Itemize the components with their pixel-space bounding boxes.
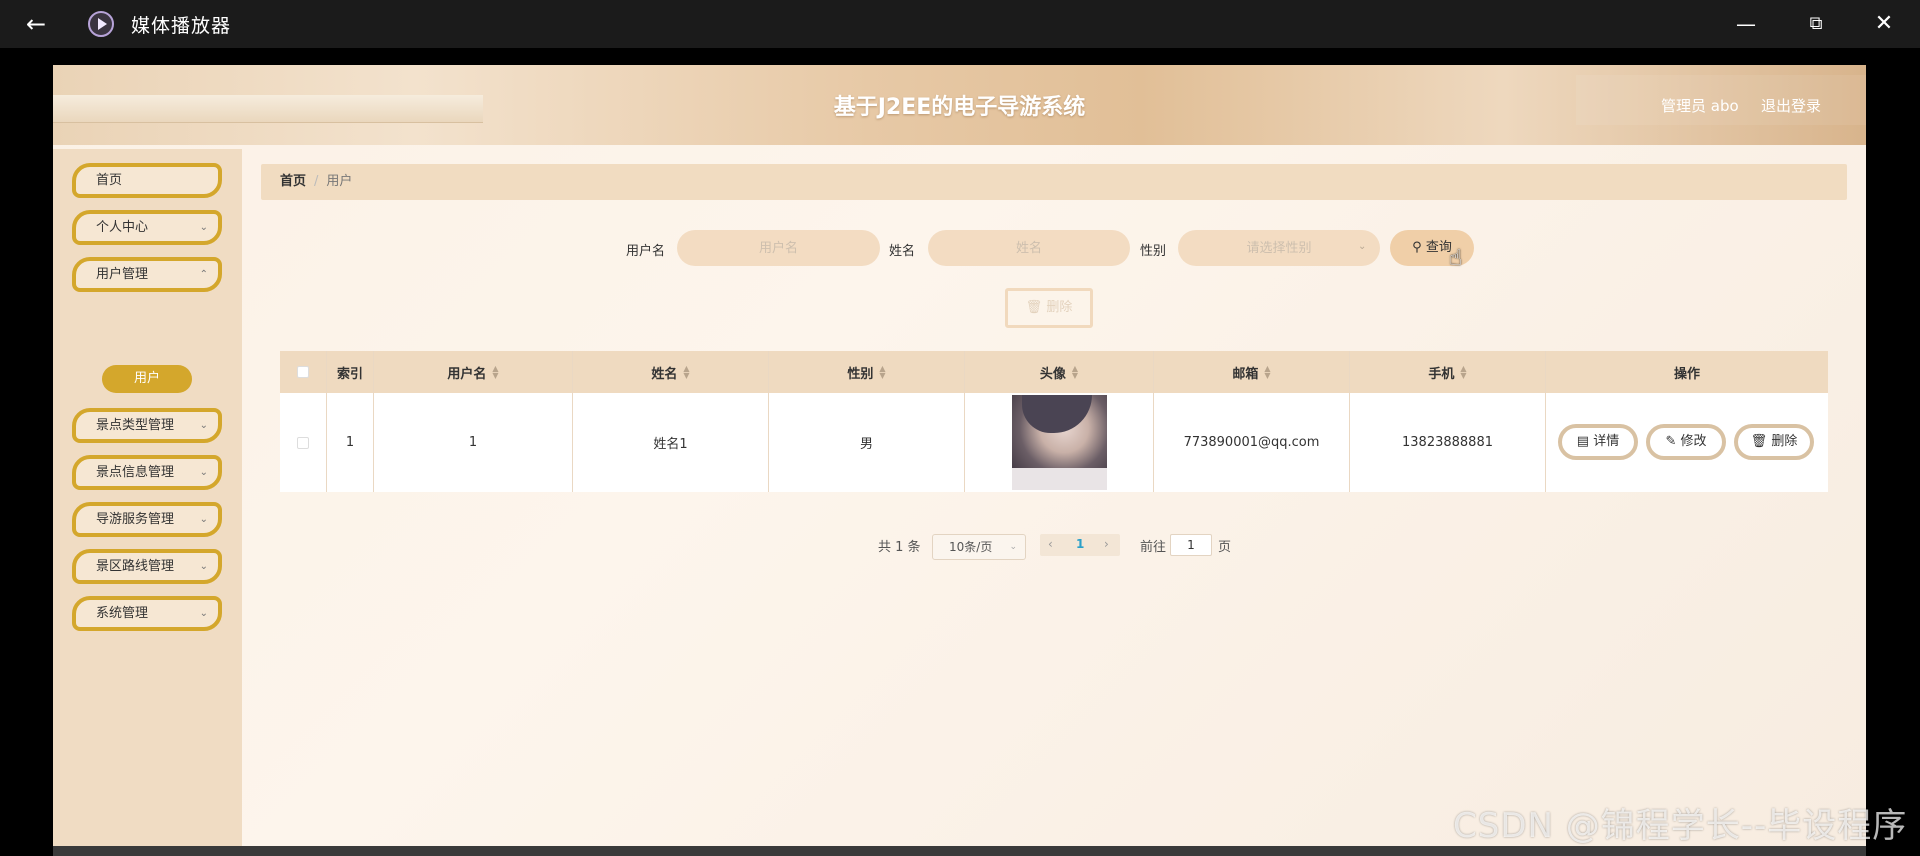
col-email[interactable]: 邮箱 ▲ ▼ xyxy=(1154,351,1350,393)
cell-gender: 男 xyxy=(769,393,965,492)
chevron-down-icon: ⌄ xyxy=(199,222,208,233)
gender-label: 性别 xyxy=(1140,244,1167,259)
col-gender[interactable]: 性别 ▲ ▼ xyxy=(769,351,965,393)
admin-user-label: 管理员 abo xyxy=(1661,97,1739,115)
sidebar-subitem-users[interactable]: 用户 xyxy=(102,365,192,393)
sidebar-item-spot-info-management[interactable]: 景点信息管理 ⌄ xyxy=(72,455,222,490)
page-suffix: 页 xyxy=(1218,540,1232,555)
pagination-total: 共 1 条 xyxy=(878,540,921,555)
back-arrow-icon[interactable]: ← xyxy=(22,10,50,38)
chevron-down-icon: ⌄ xyxy=(1358,241,1367,252)
chevron-down-icon: ⌄ xyxy=(199,514,208,525)
next-page-icon[interactable]: › xyxy=(1104,537,1109,551)
col-username[interactable]: 用户名 ▲ ▼ xyxy=(374,351,573,393)
sort-icon: ▲ ▼ xyxy=(1460,364,1467,380)
sidebar-item-home[interactable]: 首页 xyxy=(72,163,222,198)
prev-page-icon[interactable]: ‹ xyxy=(1048,537,1053,551)
restore-icon[interactable]: ⧉ xyxy=(1800,8,1832,40)
detail-button[interactable]: ▤ 详情 xyxy=(1558,424,1638,460)
name-input[interactable] xyxy=(928,230,1130,266)
gender-select[interactable] xyxy=(1178,230,1380,266)
goto-label: 前往 xyxy=(1140,540,1167,555)
edit-button[interactable]: ✎ 修改 xyxy=(1646,424,1726,460)
player-bottom-bar xyxy=(53,846,1866,856)
sidebar-item-personal-center[interactable]: 个人中心 ⌄ xyxy=(72,210,222,245)
col-name[interactable]: 姓名 ▲ ▼ xyxy=(573,351,769,393)
cell-name: 姓名1 xyxy=(573,393,769,492)
chevron-down-icon: ⌄ xyxy=(199,467,208,478)
username-label: 用户名 xyxy=(626,244,666,259)
delete-button[interactable]: 🗑 删除 xyxy=(1734,424,1814,460)
cell-username: 1 xyxy=(374,393,573,492)
document-icon: ▤ xyxy=(1576,434,1590,449)
pagination-nav: ‹ 1 › xyxy=(1040,534,1120,556)
col-avatar[interactable]: 头像 ▲ ▼ xyxy=(965,351,1154,393)
sort-icon: ▲ ▼ xyxy=(683,364,690,380)
goto-page-input[interactable]: 1 xyxy=(1170,534,1212,556)
chevron-down-icon: ⌄ xyxy=(199,561,208,572)
media-player-icon xyxy=(88,11,114,37)
name-label: 姓名 xyxy=(889,244,916,259)
sort-icon: ▲ ▼ xyxy=(492,364,499,380)
sidebar-item-spot-type-management[interactable]: 景点类型管理 ⌄ xyxy=(72,408,222,443)
breadcrumb-current: 用户 xyxy=(326,174,353,189)
col-actions: 操作 xyxy=(1673,366,1700,382)
search-icon: ⚲ xyxy=(1412,240,1422,255)
sidebar-item-user-management[interactable]: 用户管理 ⌃ xyxy=(72,257,222,292)
table-header: 索引 用户名 ▲ ▼ 姓名 ▲ ▼ 性别 ▲ ▼ 头像 ▲ ▼ 邮箱 ▲ ▼ 手机 ▲ ▼ 操作 xyxy=(280,351,1828,393)
select-all-checkbox[interactable] xyxy=(297,366,309,378)
watermark: CSDN @锦程学长--毕设程序 xyxy=(1453,806,1908,846)
sidebar-item-system-management[interactable]: 系统管理 ⌄ xyxy=(72,596,222,631)
cell-email: 773890001@qq.com xyxy=(1154,393,1350,492)
sidebar-item-route-management[interactable]: 景区路线管理 ⌄ xyxy=(72,549,222,584)
app-title: 基于J2EE的电子导游系统 xyxy=(833,95,1086,120)
sort-icon: ▲ ▼ xyxy=(1264,364,1271,380)
users-table: 索引 用户名 ▲ ▼ 姓名 ▲ ▼ 性别 ▲ ▼ 头像 ▲ ▼ 邮箱 ▲ ▼ 手机 ▲ ▼ 操作 1 1… xyxy=(280,351,1828,492)
cell-phone: 13823888881 xyxy=(1350,393,1546,492)
page-size-select[interactable]: 10条/页 ⌄ xyxy=(932,534,1026,560)
col-phone[interactable]: 手机 ▲ ▼ xyxy=(1350,351,1546,393)
breadcrumb-home[interactable]: 首页 xyxy=(280,174,306,189)
app-header: 基于J2EE的电子导游系统 管理员 abo 退出登录 xyxy=(53,65,1866,145)
chevron-up-icon: ⌃ xyxy=(199,269,208,280)
table-row: 1 1 姓名1 男 773890001@qq.com 13823888881 ▤… xyxy=(280,393,1828,492)
username-input[interactable] xyxy=(677,230,880,266)
col-index: 索引 xyxy=(327,351,374,393)
player-titlebar: ← 媒体播放器 — ⧉ ✕ xyxy=(0,0,1920,48)
page-number[interactable]: 1 xyxy=(1076,537,1084,551)
chevron-down-icon: ⌄ xyxy=(1009,542,1017,552)
breadcrumb: 首页 / 用户 xyxy=(261,164,1847,200)
pencil-icon: ✎ xyxy=(1665,434,1677,449)
sidebar-item-guide-service-management[interactable]: 导游服务管理 ⌄ xyxy=(72,502,222,537)
avatar xyxy=(1011,395,1107,490)
minimize-icon[interactable]: — xyxy=(1730,8,1762,40)
trash-icon: 🗑 xyxy=(1750,434,1768,449)
trash-icon: 🗑 xyxy=(1025,300,1043,315)
batch-delete-button[interactable]: 🗑 删除 xyxy=(1005,288,1093,328)
logout-link[interactable]: 退出登录 xyxy=(1761,95,1821,116)
cell-index: 1 xyxy=(327,393,374,492)
close-icon[interactable]: ✕ xyxy=(1868,8,1900,40)
player-title: 媒体播放器 xyxy=(131,15,232,37)
chevron-down-icon: ⌄ xyxy=(199,420,208,431)
hand-cursor-icon: ☝ xyxy=(1449,246,1463,271)
row-checkbox[interactable] xyxy=(297,436,309,449)
sort-icon: ▲ ▼ xyxy=(879,364,886,380)
sidebar: 首页 个人中心 ⌄ 用户管理 ⌃ 用户 景点类型管理 ⌄ 景点信息管理 ⌄ 导游服务管理… xyxy=(53,149,242,856)
chevron-down-icon: ⌄ xyxy=(199,608,208,619)
cell-actions: ▤ 详情 ✎ 修改 🗑 删除 xyxy=(1546,393,1828,492)
sort-icon: ▲ ▼ xyxy=(1071,364,1079,380)
